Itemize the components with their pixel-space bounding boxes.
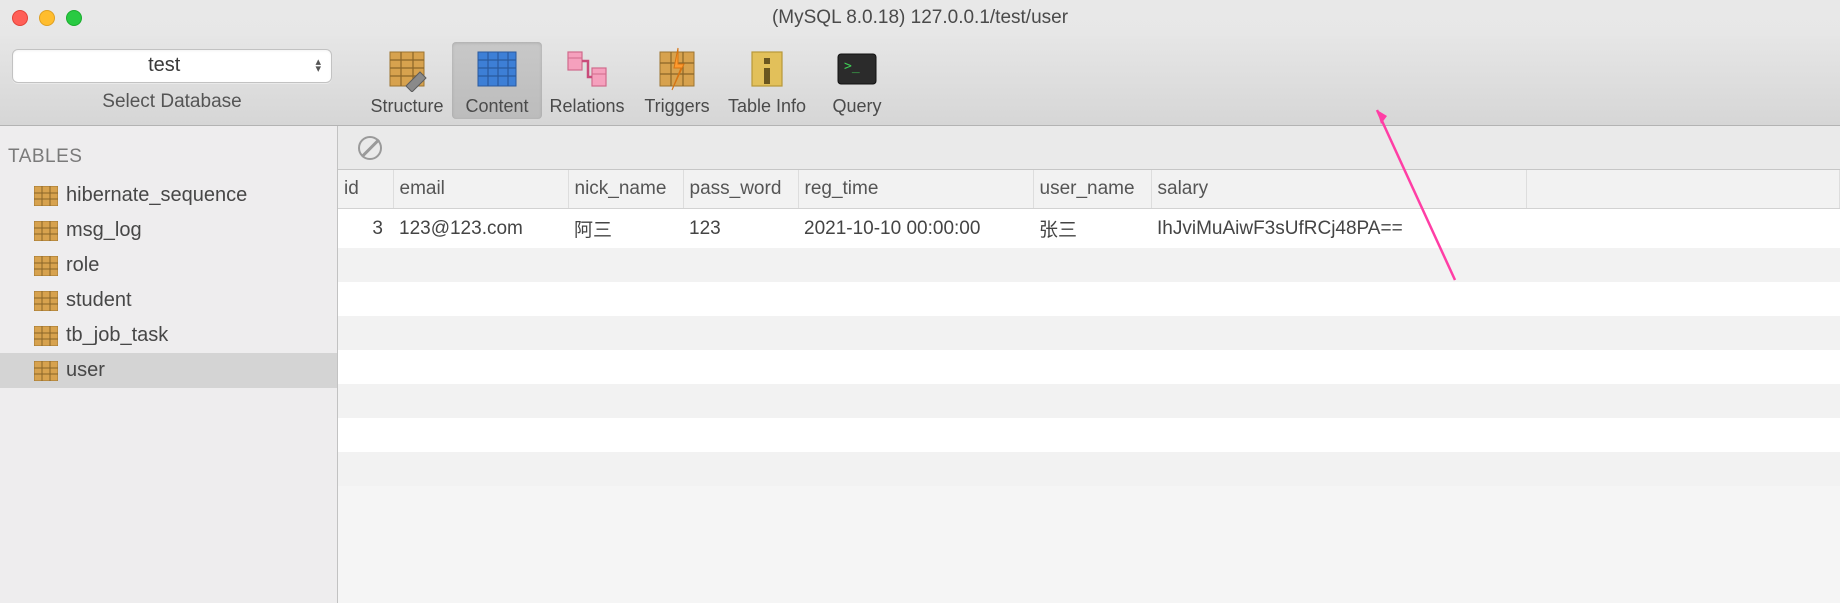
triggers-tab[interactable]: Triggers <box>632 42 722 119</box>
relations-icon <box>564 46 610 92</box>
table-item-label: hibernate_sequence <box>66 184 247 207</box>
database-selector[interactable]: test ▴▾ <box>12 49 332 83</box>
empty-row <box>338 418 1840 452</box>
app-window: (MySQL 8.0.18) 127.0.0.1/test/user test … <box>0 0 1840 603</box>
table-item-user[interactable]: user <box>0 353 337 388</box>
window-controls <box>12 10 82 26</box>
table-item-tb-job-task[interactable]: tb_job_task <box>0 318 337 353</box>
table-icon <box>34 326 58 346</box>
table-item-label: role <box>66 254 99 277</box>
structure-label: Structure <box>370 96 443 117</box>
col-header-nick-name[interactable]: nick_name <box>568 170 683 209</box>
table-icon <box>34 256 58 276</box>
toolbar: test ▴▾ Select Database <box>0 36 1840 126</box>
database-selector-value: test <box>13 54 315 77</box>
close-window-button[interactable] <box>12 10 28 26</box>
sidebar: TABLES hibernate_sequence msg_log role s… <box>0 126 338 603</box>
cell-pass-word[interactable]: 123 <box>683 209 798 249</box>
empty-row <box>338 350 1840 384</box>
table-icon <box>34 291 58 311</box>
table-item-role[interactable]: role <box>0 248 337 283</box>
empty-row <box>338 248 1840 282</box>
header-row: id email nick_name pass_word reg_time us… <box>338 170 1840 209</box>
table-item-label: user <box>66 359 105 382</box>
titlebar: (MySQL 8.0.18) 127.0.0.1/test/user <box>0 0 1840 36</box>
col-header-salary[interactable]: salary <box>1151 170 1526 209</box>
empty-row <box>338 452 1840 486</box>
structure-icon <box>384 46 430 92</box>
content-pane: id email nick_name pass_word reg_time us… <box>338 126 1840 603</box>
table-item-label: student <box>66 289 132 312</box>
table-icon <box>34 361 58 381</box>
empty-row <box>338 384 1840 418</box>
col-header-pass-word[interactable]: pass_word <box>683 170 798 209</box>
minimize-window-button[interactable] <box>39 10 55 26</box>
cell-salary[interactable]: IhJviMuAiwF3sUfRCj48PA== <box>1151 209 1526 249</box>
table-icon <box>34 221 58 241</box>
triggers-icon <box>654 46 700 92</box>
query-label: Query <box>832 96 881 117</box>
table-info-label: Table Info <box>728 96 806 117</box>
cell-id[interactable]: 3 <box>338 209 393 249</box>
main-area: TABLES hibernate_sequence msg_log role s… <box>0 126 1840 603</box>
col-header-spacer <box>1526 170 1840 209</box>
col-header-email[interactable]: email <box>393 170 568 209</box>
query-icon: >_ <box>834 46 880 92</box>
relations-tab[interactable]: Relations <box>542 42 632 119</box>
table-info-tab[interactable]: Table Info <box>722 42 812 119</box>
window-title: (MySQL 8.0.18) 127.0.0.1/test/user <box>772 7 1068 29</box>
content-toolbar <box>338 126 1840 170</box>
table-item-label: msg_log <box>66 219 142 242</box>
table-item-msg-log[interactable]: msg_log <box>0 213 337 248</box>
cell-user-name[interactable]: 张三 <box>1033 209 1151 249</box>
triggers-label: Triggers <box>644 96 709 117</box>
content-icon <box>474 46 520 92</box>
content-label: Content <box>465 96 528 117</box>
cell-reg-time[interactable]: 2021-10-10 00:00:00 <box>798 209 1033 249</box>
table-row[interactable]: 3 123@123.com 阿三 123 2021-10-10 00:00:00… <box>338 209 1840 249</box>
table-item-label: tb_job_task <box>66 324 168 347</box>
cell-email[interactable]: 123@123.com <box>393 209 568 249</box>
data-grid[interactable]: id email nick_name pass_word reg_time us… <box>338 170 1840 486</box>
sidebar-header: TABLES <box>0 132 337 178</box>
col-header-id[interactable]: id <box>338 170 393 209</box>
table-info-icon <box>744 46 790 92</box>
database-selector-wrap: test ▴▾ Select Database <box>12 49 332 113</box>
table-icon <box>34 186 58 206</box>
col-header-reg-time[interactable]: reg_time <box>798 170 1033 209</box>
empty-row <box>338 316 1840 350</box>
tool-buttons: Structure Content <box>362 42 902 119</box>
table-item-hibernate-sequence[interactable]: hibernate_sequence <box>0 178 337 213</box>
clear-filter-icon[interactable] <box>358 136 382 160</box>
cell-spacer <box>1526 209 1840 249</box>
maximize-window-button[interactable] <box>66 10 82 26</box>
query-tab[interactable]: >_ Query <box>812 42 902 119</box>
updown-arrows-icon: ▴▾ <box>315 59 321 73</box>
database-selector-caption: Select Database <box>102 91 241 113</box>
empty-row <box>338 282 1840 316</box>
structure-tab[interactable]: Structure <box>362 42 452 119</box>
cell-nick-name[interactable]: 阿三 <box>568 209 683 249</box>
relations-label: Relations <box>549 96 624 117</box>
col-header-user-name[interactable]: user_name <box>1033 170 1151 209</box>
content-tab[interactable]: Content <box>452 42 542 119</box>
table-item-student[interactable]: student <box>0 283 337 318</box>
svg-text:>_: >_ <box>844 59 860 74</box>
